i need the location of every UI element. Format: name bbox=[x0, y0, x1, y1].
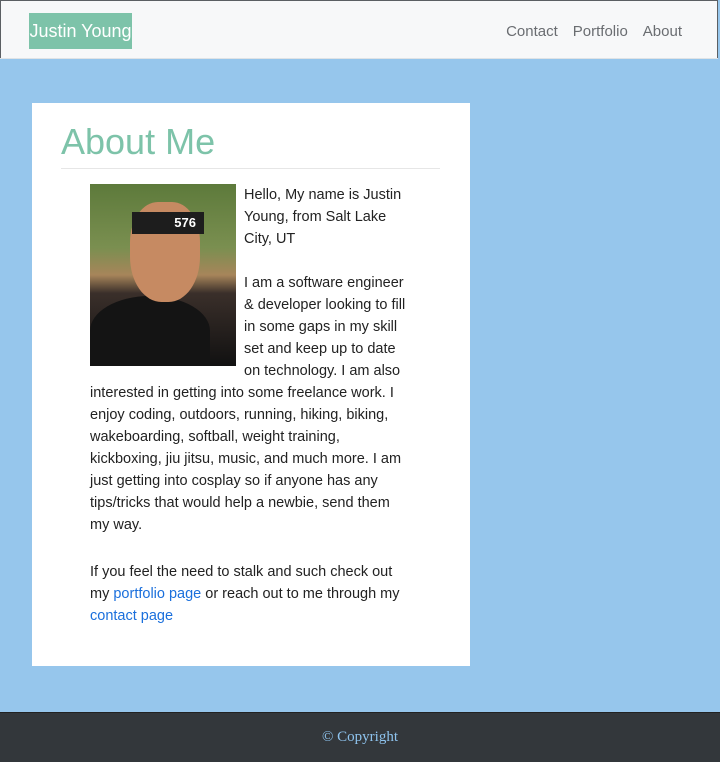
footer: © Copyright bbox=[0, 712, 720, 762]
about-card: About Me 576 Hello, My name is Justin Yo… bbox=[32, 103, 470, 666]
contact-text-2: or reach out to me through my bbox=[201, 586, 400, 602]
navbar: Justin Young Contact Portfolio About bbox=[0, 0, 718, 59]
portfolio-link[interactable]: portfolio page bbox=[113, 586, 201, 602]
contact-link[interactable]: contact page bbox=[90, 608, 173, 624]
photo-headband-number: 576 bbox=[132, 212, 204, 234]
nav-links: Contact Portfolio About bbox=[506, 23, 682, 40]
copyright-text: © Copyright bbox=[322, 729, 398, 745]
about-content: 576 Hello, My name is Justin Young, from… bbox=[90, 184, 410, 627]
divider bbox=[61, 168, 440, 169]
nav-portfolio[interactable]: Portfolio bbox=[573, 23, 628, 40]
nav-contact[interactable]: Contact bbox=[506, 23, 558, 40]
brand-logo[interactable]: Justin Young bbox=[29, 13, 132, 49]
page-title: About Me bbox=[61, 121, 216, 162]
profile-photo: 576 bbox=[90, 184, 236, 366]
contact-paragraph: If you feel the need to stalk and such c… bbox=[90, 561, 410, 627]
nav-about[interactable]: About bbox=[643, 23, 682, 40]
